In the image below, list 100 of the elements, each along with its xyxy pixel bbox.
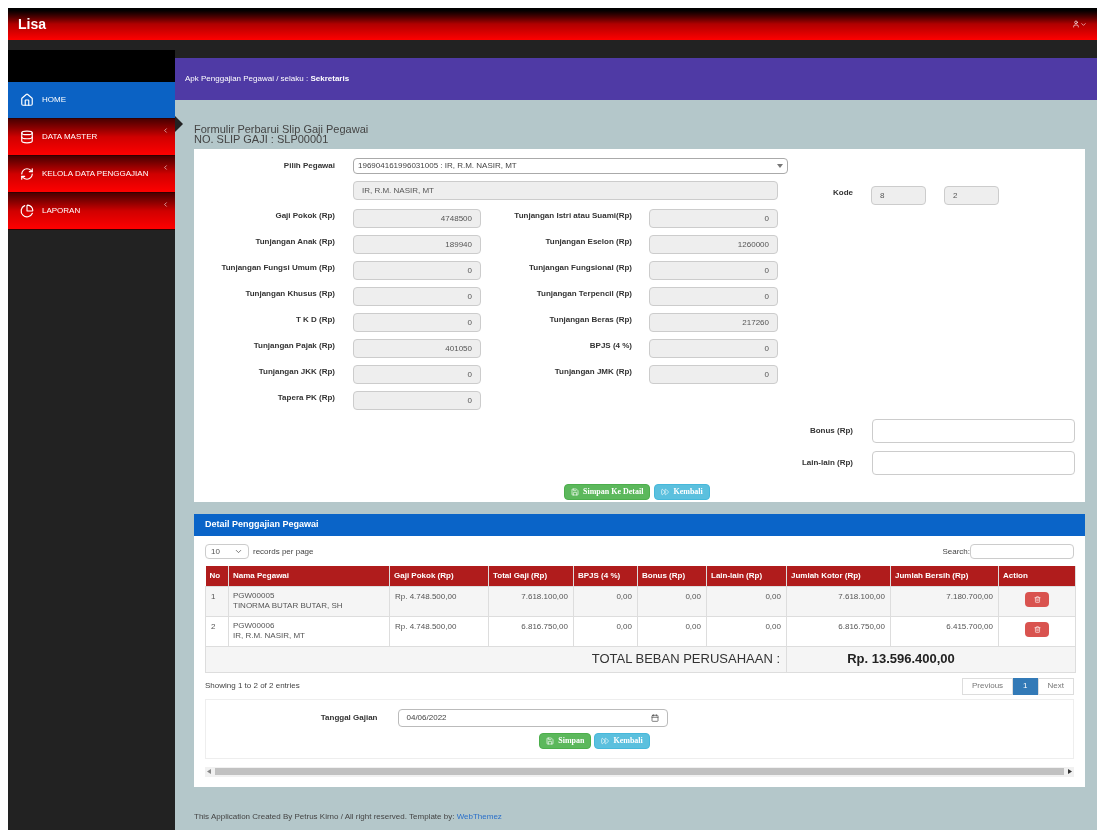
user-menu[interactable] [1072, 20, 1087, 28]
field-label: Tunjangan Anak (Rp) [254, 235, 335, 248]
table-cell: 1 [211, 591, 216, 601]
input-field[interactable]: 0 [353, 312, 481, 332]
table-cell: 7.618.100,00 [838, 591, 885, 601]
employee-name: TINORMA BUTAR BUTAR, SH [233, 600, 344, 611]
caret-icon [1080, 20, 1087, 28]
table-cell: 7.180.700,00 [946, 591, 993, 601]
scrollbar-thumb[interactable] [215, 768, 1064, 775]
entries-info: Showing 1 to 2 of 2 entries [205, 680, 300, 692]
pie-chart-icon [20, 204, 34, 218]
panel-heading: Detail Penggajian Pegawai [194, 514, 1085, 536]
pagination-button[interactable]: 1 [1013, 677, 1038, 695]
column-header: Jumlah Bersih (Rp) [890, 566, 999, 586]
input-field[interactable]: 1260000 [649, 234, 778, 254]
home-icon [20, 93, 34, 107]
column-header: Total Gaji (Rp) [488, 566, 574, 586]
column-header: Jumlah Kotor (Rp) [786, 566, 891, 586]
search-label: Search: [942, 545, 970, 558]
column-header: No [205, 566, 229, 586]
field-label: Tunjangan JKK (Rp) [257, 365, 335, 378]
footer-text: This Application Created By Petrus Kirno / All right reserved. Template by: [194, 812, 455, 821]
refresh-icon [20, 167, 34, 181]
column-header: Bonus (Rp) [637, 566, 707, 586]
total-label: TOTAL BEBAN PERUSAHAAN : [591, 651, 780, 667]
sidebar-item[interactable]: KELOLA DATA PENGGAJIAN [8, 156, 175, 193]
pointer-arrow-icon [175, 116, 183, 132]
fast-forward-icon [601, 736, 610, 745]
field-label: Tunjangan Eselon (Rp) [544, 235, 632, 248]
input-field[interactable]: IR, R.M. NASIR, MT [353, 181, 778, 200]
employee-code: PGW00006 [233, 620, 276, 631]
scroll-left-icon [207, 769, 211, 774]
page-length-select[interactable]: 10 [205, 544, 249, 559]
field-label: Tunjangan Pajak (Rp) [252, 339, 335, 352]
table-cell: 7.618.100,00 [521, 591, 568, 601]
sidebar-item[interactable]: DATA MASTER [8, 119, 175, 156]
delete-button[interactable] [1025, 621, 1049, 637]
input-field[interactable]: 0 [649, 364, 778, 384]
database-icon [20, 130, 34, 144]
input-field[interactable]: 2 [944, 186, 999, 205]
input-field[interactable]: 0 [649, 338, 778, 358]
table-cell: Rp. 4.748.500,00 [395, 591, 457, 601]
column-header: Nama Pegawai [228, 566, 390, 586]
table-cell: 6.816.750,00 [521, 621, 568, 631]
trash-icon [1033, 595, 1041, 603]
field-label: Pilih Pegawai [282, 160, 335, 172]
table-cell: 0,00 [616, 591, 632, 601]
save-icon [571, 488, 579, 496]
table-cell: 0,00 [685, 591, 701, 601]
trash-icon [1033, 625, 1041, 633]
pagination-button[interactable]: Next [1037, 677, 1074, 695]
breadcrumb: Apk Penggajian Pegawai / selaku : Sekretaris [185, 73, 350, 85]
employee-select[interactable]: 196904161996031005 : IR, R.M. NASIR, MT [353, 158, 788, 174]
table-cell: 2 [211, 621, 216, 631]
table-cell: 0,00 [765, 591, 781, 601]
search-field[interactable] [970, 544, 1074, 559]
field-label: Tunjangan Istri atau Suami(Rp) [513, 209, 632, 222]
column-header: Gaji Pokok (Rp) [389, 566, 489, 586]
input-field[interactable]: 401050 [353, 338, 481, 358]
input-field[interactable]: 0 [649, 208, 778, 228]
table-cell: 6.415.700,00 [946, 621, 993, 631]
employee-code: PGW00005 [233, 590, 276, 601]
table-cell: 6.816.750,00 [838, 621, 885, 631]
input-field[interactable]: 0 [649, 286, 778, 306]
calendar-icon [650, 713, 659, 722]
input-field[interactable]: 8 [871, 186, 926, 205]
sidebar-item[interactable]: HOME [8, 82, 175, 119]
table-cell: 0,00 [685, 621, 701, 631]
column-header: Action [998, 566, 1076, 586]
scroll-right-icon [1068, 769, 1072, 774]
input-field[interactable]: 0 [353, 260, 481, 280]
brand-title: Lisa [18, 14, 46, 34]
delete-button[interactable] [1025, 591, 1049, 607]
input-field[interactable]: 0 [353, 364, 481, 384]
input-field[interactable] [872, 419, 1075, 443]
total-value: Rp. 13.596.400,00 [847, 651, 955, 667]
field-label: Tunjangan Khusus (Rp) [244, 287, 335, 300]
input-field[interactable]: 189940 [353, 234, 481, 254]
table-cell: Rp. 4.748.500,00 [395, 621, 457, 631]
fast-forward-icon [661, 488, 670, 496]
input-field[interactable]: 217260 [649, 312, 778, 332]
date-field[interactable]: 04/06/2022 [397, 708, 668, 727]
pagination-button[interactable]: Previous [961, 677, 1014, 695]
sidebar-item[interactable]: LAPORAN [8, 193, 175, 230]
input-field[interactable] [872, 451, 1075, 475]
chevron-left-icon [162, 201, 169, 208]
table-cell: 0,00 [616, 621, 632, 631]
input-field[interactable]: 0 [649, 260, 778, 280]
field-label: T K D (Rp) [294, 313, 335, 326]
user-icon [1072, 20, 1080, 28]
dropdown-caret-icon [777, 164, 783, 168]
field-label: Tunjangan Beras (Rp) [548, 313, 632, 326]
employee-name: IR, R.M. NASIR, MT [233, 630, 306, 641]
column-header: Lain-lain (Rp) [706, 566, 787, 586]
slip-number: NO. SLIP GAJI : SLP00001 [194, 134, 329, 144]
column-header: BPJS (4 %) [573, 566, 638, 586]
field-label: Tunjangan Fungsi Umum (Rp) [220, 261, 335, 274]
input-field[interactable]: 4748500 [353, 208, 481, 228]
input-field[interactable]: 0 [353, 286, 481, 306]
input-field[interactable]: 0 [353, 390, 481, 410]
